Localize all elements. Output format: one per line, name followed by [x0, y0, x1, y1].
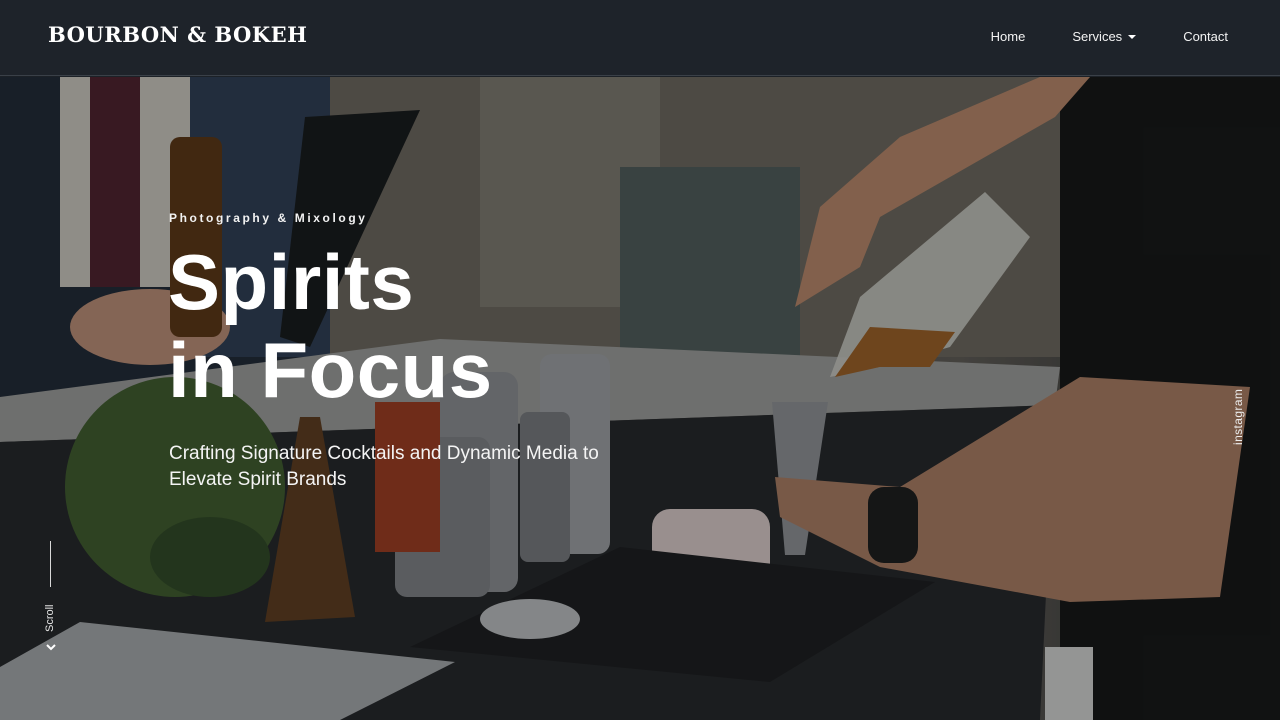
instagram-link[interactable]: instagram	[1231, 389, 1245, 445]
main-nav: Home Services Contact	[944, 29, 1228, 44]
scroll-indicator-line	[50, 541, 51, 587]
chevron-down-icon[interactable]	[45, 641, 57, 653]
nav-home-label: Home	[990, 29, 1026, 44]
hero-subheadline: Crafting Signature Cocktails and Dynamic…	[169, 443, 599, 490]
nav-home-link[interactable]: Home	[991, 29, 1026, 44]
hero-eyebrow: Photography & Mixology	[169, 211, 368, 225]
navbar: BOURBON & BOKEH Home Services Contact	[0, 0, 1280, 76]
hero-headline-line1: Spirits	[168, 238, 415, 326]
hero-headline-line2: in Focus	[168, 326, 493, 414]
nav-contact-label: Contact	[1183, 29, 1228, 44]
caret-down-icon	[1128, 34, 1137, 39]
nav-contact-link[interactable]: Contact	[1183, 29, 1228, 44]
hero-headline: Spirits in Focus	[168, 238, 588, 414]
scroll-indicator-label[interactable]: Scroll	[44, 604, 56, 632]
nav-services-label: Services	[1072, 29, 1123, 44]
nav-services-dropdown[interactable]: Services	[1072, 29, 1137, 44]
brand-logo[interactable]: BOURBON & BOKEH	[48, 22, 307, 47]
